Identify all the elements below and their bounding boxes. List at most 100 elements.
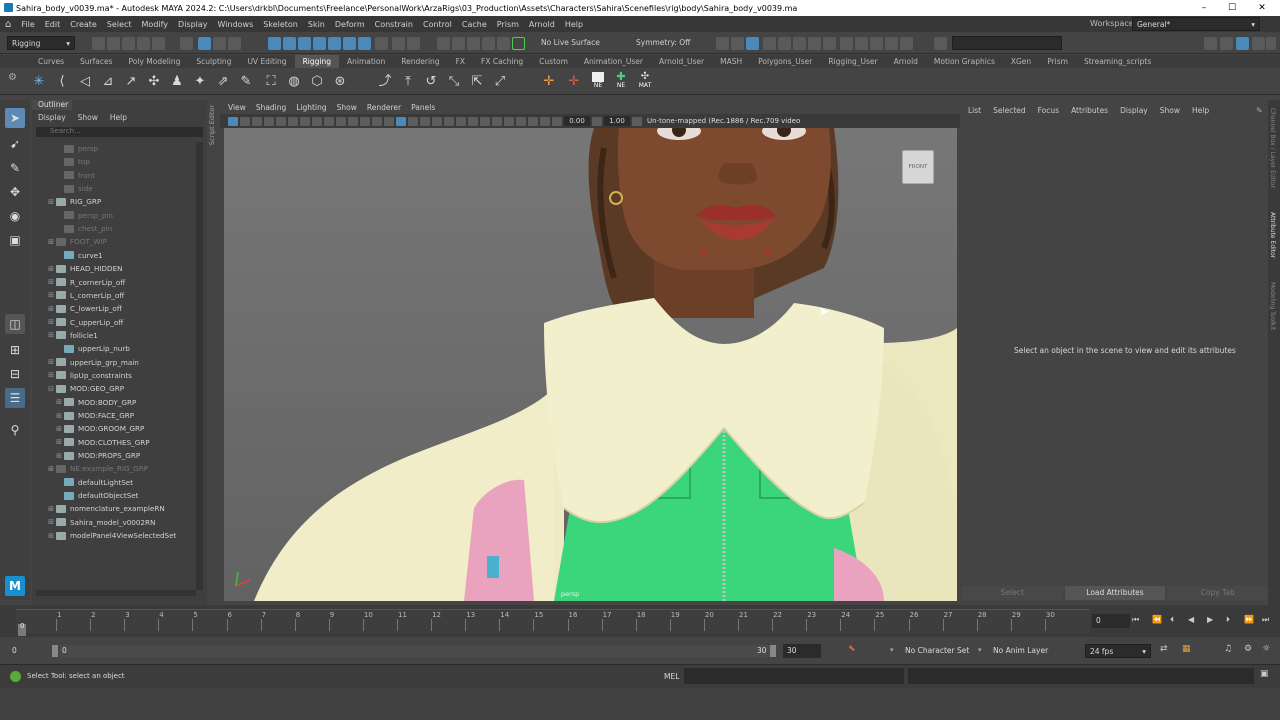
textured-icon[interactable]: [432, 116, 442, 126]
step-forward-frame-icon[interactable]: ⏵: [1226, 615, 1230, 625]
expand-toggle-icon[interactable]: ⊞: [46, 238, 56, 246]
outliner-item[interactable]: defaultObjectSet: [54, 489, 139, 502]
mirror-joint-icon[interactable]: ◁: [76, 73, 94, 91]
character-set-label[interactable]: No Character Set: [905, 646, 969, 655]
3d-viewport[interactable]: FRONT persp ➤: [224, 128, 957, 601]
outliner-item[interactable]: ⊞ C_upperLip_off: [46, 316, 123, 329]
menu-windows[interactable]: Windows: [213, 20, 259, 29]
attribute-editor-tab[interactable]: Attribute Editor: [1269, 212, 1276, 258]
xray-joints-icon[interactable]: [540, 116, 550, 126]
copy-tab-button[interactable]: Copy Tab: [1167, 586, 1269, 600]
channel-box-tab[interactable]: Channel Box / Layer Editor: [1269, 108, 1276, 188]
snap-projected-icon[interactable]: [497, 37, 510, 50]
attribute-editor-icon[interactable]: [1266, 37, 1276, 50]
hypershade-icon[interactable]: [778, 37, 791, 50]
ne-script-button-2[interactable]: ✚ NE: [612, 71, 630, 90]
go-to-start-icon[interactable]: ⏮: [1132, 615, 1139, 625]
shelf-tab-streaming-scripts[interactable]: Streaming_scripts: [1076, 55, 1159, 68]
outliner-item[interactable]: top: [54, 155, 90, 168]
outliner-item[interactable]: ⊞ HEAD_HIDDEN: [46, 262, 122, 275]
outliner-item[interactable]: ⊞ upperLip_grp_main: [46, 356, 139, 369]
expand-toggle-icon[interactable]: ⊞: [46, 305, 56, 313]
outliner-item[interactable]: ⊞ MOD:GROOM_GRP: [54, 422, 144, 435]
shelf-tab-curves[interactable]: Curves: [30, 55, 72, 68]
auto-key-icon[interactable]: ⬉: [848, 644, 856, 654]
script-editor-icon[interactable]: ▣: [1260, 669, 1269, 679]
two-d-pan-icon[interactable]: [276, 116, 286, 126]
workspace-dropdown[interactable]: General* ▾: [1132, 17, 1260, 31]
outliner-item[interactable]: persp: [54, 142, 98, 155]
aim-constraint-icon[interactable]: ⇱: [468, 73, 486, 91]
shelf-tab-polygons-user[interactable]: Polygons_User: [750, 55, 820, 68]
command-language-label[interactable]: MEL: [664, 672, 679, 681]
blendshape-icon[interactable]: ⬡: [308, 73, 326, 91]
single-view-icon[interactable]: ◫: [5, 314, 25, 334]
outliner-item[interactable]: ⊞ C_lowerLip_off: [46, 302, 122, 315]
attr-menu-show[interactable]: Show: [1160, 106, 1180, 115]
outliner-item[interactable]: ⊞ MOD:BODY_GRP: [54, 396, 136, 409]
expand-toggle-icon[interactable]: ⊞: [46, 532, 56, 540]
select-tool-icon[interactable]: ➤: [5, 108, 25, 128]
outliner-search-input[interactable]: Search...: [36, 127, 203, 137]
point-constraint-icon[interactable]: ⤒: [399, 73, 417, 91]
view-cube[interactable]: FRONT: [902, 150, 934, 184]
close-window-button[interactable]: ✕: [1248, 0, 1276, 16]
menu-prism[interactable]: Prism: [492, 20, 524, 29]
lasso-tool-icon[interactable]: ➹: [5, 134, 25, 154]
bind-skin-icon[interactable]: ⇗: [214, 73, 232, 91]
wireframe-icon[interactable]: [384, 116, 394, 126]
outliner-item[interactable]: ⊞ modelPanel4ViewSelectedSet: [46, 529, 176, 542]
lock-icon[interactable]: [392, 37, 405, 50]
expand-toggle-icon[interactable]: ⊞: [46, 198, 56, 206]
menu-skin[interactable]: Skin: [303, 20, 330, 29]
outliner-item[interactable]: ⊞ MOD:CLOTHES_GRP: [54, 436, 150, 449]
cache-playback-icon[interactable]: ▦: [1182, 644, 1191, 654]
outliner-item[interactable]: ⊞ lipUp_constraints: [46, 369, 132, 382]
colorspace-label[interactable]: Un-tone-mapped (Rec.1886 / Rec.709 video: [647, 117, 800, 125]
expand-toggle-icon[interactable]: ⊞: [54, 412, 64, 420]
human-ik-icon[interactable]: ✦: [191, 73, 209, 91]
select-object-icon[interactable]: [198, 37, 211, 50]
safe-action-icon[interactable]: [360, 116, 370, 126]
wrap-icon[interactable]: ⊛: [331, 73, 349, 91]
attr-menu-focus[interactable]: Focus: [1038, 106, 1059, 115]
anim-layer-label[interactable]: No Anim Layer: [993, 646, 1048, 655]
outliner-item[interactable]: defaultLightSet: [54, 476, 133, 489]
menu-edit[interactable]: Edit: [40, 20, 66, 29]
scale-constraint-icon[interactable]: ⤡: [445, 73, 463, 91]
gamma-field[interactable]: 1.00: [604, 116, 630, 126]
outliner-item[interactable]: ⊞ RIG_GRP: [46, 195, 101, 208]
home-icon[interactable]: ⌂: [0, 19, 16, 30]
smooth-shade-icon[interactable]: [396, 116, 406, 126]
orient-joint-icon[interactable]: ⊿: [99, 73, 117, 91]
resolution-gate-icon[interactable]: [324, 116, 334, 126]
redo-icon[interactable]: [152, 37, 165, 50]
expand-toggle-icon[interactable]: ⊞: [46, 505, 56, 513]
orient-constraint-icon[interactable]: ↺: [422, 73, 440, 91]
attr-menu-help[interactable]: Help: [1192, 106, 1209, 115]
lock-selection-icon[interactable]: [228, 37, 241, 50]
outliner-menu-help[interactable]: Help: [110, 113, 127, 122]
shelf-tab-arnold-user[interactable]: Arnold_User: [651, 55, 712, 68]
pole-vector-icon[interactable]: ⤢: [491, 73, 509, 91]
shelf-tab-sculpting[interactable]: Sculpting: [188, 55, 239, 68]
expand-toggle-icon[interactable]: ⊞: [46, 265, 56, 273]
expand-toggle-icon[interactable]: ⊞: [46, 518, 56, 526]
expand-toggle-icon[interactable]: ⊞: [54, 425, 64, 433]
viewport-menu-view[interactable]: View: [228, 103, 246, 112]
shelf-tab-uv-editing[interactable]: UV Editing: [239, 55, 294, 68]
shelf-settings-icon[interactable]: ⚙: [8, 72, 17, 83]
render-settings-icon[interactable]: [763, 37, 776, 50]
arnold-sphere-icon[interactable]: [855, 37, 868, 50]
locator-plus-icon[interactable]: ✛: [565, 73, 583, 91]
outliner-item[interactable]: ⊞ FOOT_WIP: [46, 235, 107, 248]
snap-point-icon[interactable]: [298, 37, 311, 50]
viewport-menu-lighting[interactable]: Lighting: [296, 103, 326, 112]
ik-handle-icon[interactable]: ↗: [122, 73, 140, 91]
shelf-tab-surfaces[interactable]: Surfaces: [72, 55, 120, 68]
parent-constraint-icon[interactable]: ⤴: [376, 73, 394, 91]
gamma-icon[interactable]: [592, 116, 602, 126]
time-slider[interactable]: 0 1 2 3 4 5 6 7 8 9 10 11 12 13 14 15 16 17 18 19 20 21 22 23 2…: [0, 605, 1280, 637]
outliner-item[interactable]: curve1: [54, 249, 103, 262]
snap-grid-icon[interactable]: [268, 37, 281, 50]
